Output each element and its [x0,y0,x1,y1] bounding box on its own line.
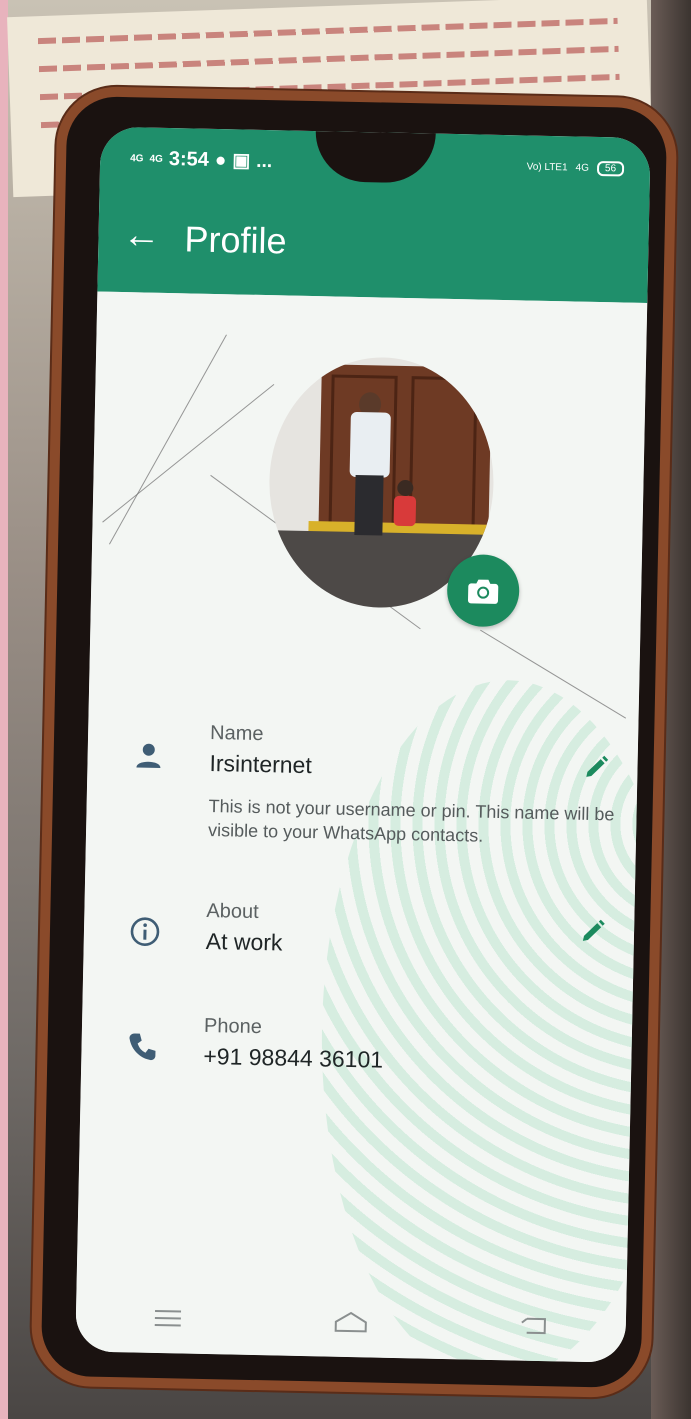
back-arrow-icon[interactable]: ← [122,214,161,257]
phone-section[interactable]: Phone +91 98844 36101 [82,1006,632,1073]
name-section[interactable]: Name Irsinternet This is not your userna… [89,711,639,846]
home-icon[interactable] [331,1307,372,1338]
menu-icon[interactable] [147,1303,188,1334]
screen-crack [108,334,227,545]
name-value: Irsinternet [209,749,313,779]
status-bar: 4G 4G 3:54 ● ▣ ... Vo) LTE1 4G 56 [130,147,625,185]
about-value: At work [205,927,283,956]
battery-indicator: 56 [596,160,625,177]
person-icon [131,738,166,773]
pencil-icon [582,919,605,941]
network-indicator-1: 4G [130,152,144,164]
chat-bubble-icon: ● [214,149,227,171]
network-indicator-2: 4G [149,153,163,165]
volte-indicator: Vo) LTE1 [526,161,568,174]
edit-name-button[interactable] [581,752,612,783]
signal-indicator: 4G [575,162,590,174]
status-right: Vo) LTE1 4G 56 [526,159,625,177]
about-label: About [206,899,259,924]
status-time: 3:54 [168,147,210,171]
edit-about-button[interactable] [578,916,609,947]
page-title: Profile [184,218,287,262]
app-bar: 4G 4G 3:54 ● ▣ ... Vo) LTE1 4G 56 ← Prof… [97,126,651,304]
phone-screen: 4G 4G 3:54 ● ▣ ... Vo) LTE1 4G 56 ← Prof… [75,126,651,1363]
more-notifications: ... [256,150,273,172]
name-hint: This is not your username or pin. This n… [207,795,615,846]
about-section[interactable]: About At work [85,891,635,956]
screen-crack [480,629,627,719]
back-icon[interactable] [514,1310,555,1341]
phone-icon [125,1029,160,1064]
phone-value: +91 98844 36101 [203,1042,384,1073]
info-icon [128,914,163,949]
phone-device: 4G 4G 3:54 ● ▣ ... Vo) LTE1 4G 56 ← Prof… [30,85,678,1399]
profile-content: Name Irsinternet This is not your userna… [75,291,651,1363]
pencil-icon [586,755,609,777]
name-label: Name [209,721,264,746]
camera-icon [467,579,499,604]
notification-icon: ▣ [232,150,251,172]
status-left: 4G 4G 3:54 ● ▣ ... [130,147,272,173]
system-nav-bar [75,1281,626,1363]
camera-button[interactable] [446,553,520,628]
phone-label: Phone [203,1014,263,1039]
